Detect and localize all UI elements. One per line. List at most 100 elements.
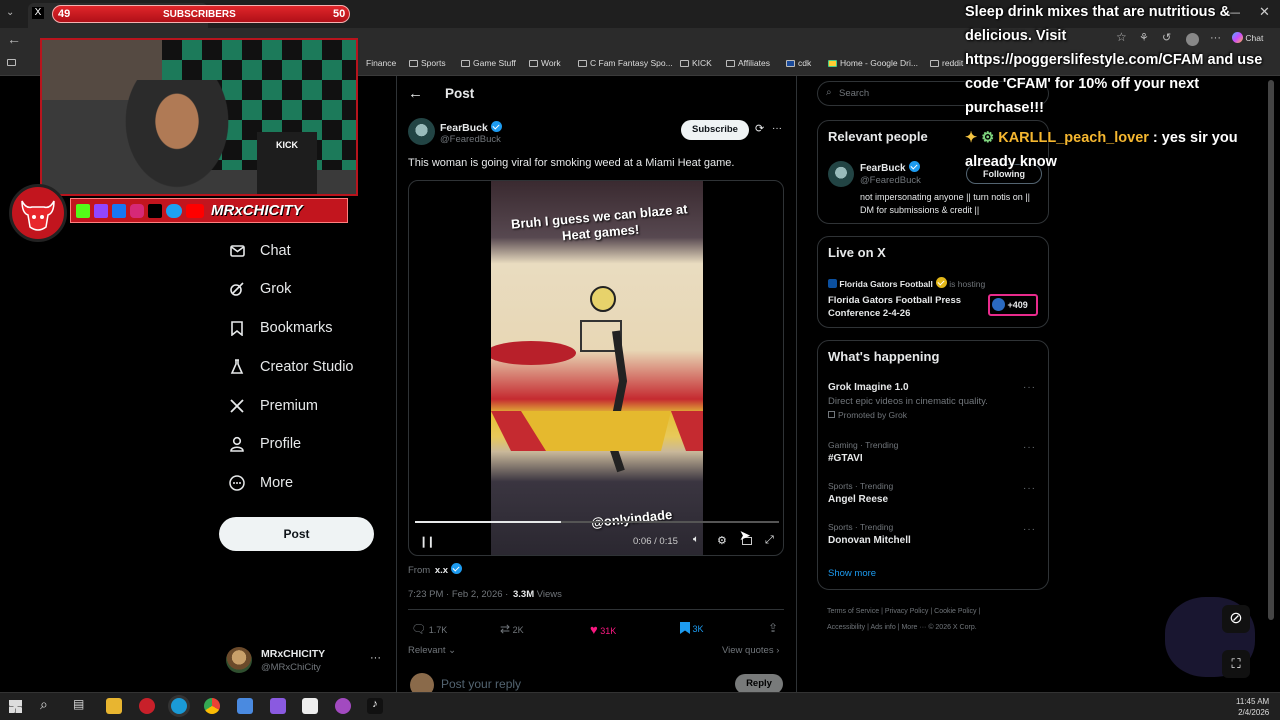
live-event-title[interactable]: Florida Gators Football Press Conference… (828, 294, 978, 320)
grok-explain-icon[interactable]: ⟳ (755, 122, 764, 135)
bookmark-apps-icon[interactable] (7, 57, 19, 67)
stream-chat-overlay: Sleep drink mixes that are nutritious & … (965, 0, 1265, 174)
pause-icon[interactable]: ❙❙ (419, 535, 436, 548)
trend-item[interactable]: Sports · Trending Donovan Mitchell (828, 522, 911, 546)
reply-button[interactable]: Reply (735, 674, 783, 694)
listener-avatar (992, 298, 1005, 311)
app-grid-icon[interactable] (270, 698, 286, 714)
person-avatar[interactable] (828, 161, 854, 187)
like-action[interactable]: ♥ 31K (590, 622, 616, 637)
bookmark-sports[interactable]: Sports (409, 58, 446, 68)
footer-link[interactable]: Terms of Service (827, 608, 879, 615)
capcut-icon[interactable] (302, 698, 318, 714)
settings-icon[interactable]: ⚙ (717, 534, 727, 547)
bookmark-c-fam[interactable]: C Fam Fantasy Spo... (578, 58, 673, 68)
tiktok-taskbar-icon[interactable]: ♪ (367, 698, 383, 714)
trend-item[interactable]: Grok Imagine 1.0 Direct epic videos in c… (828, 382, 1038, 420)
sidebar-item-grok[interactable]: Grok (228, 280, 291, 298)
sidebar-item-premium[interactable]: Premium (228, 397, 318, 415)
show-more-link[interactable]: Show more (828, 568, 876, 579)
windows-start-icon[interactable] (9, 700, 22, 713)
bookmark-action[interactable]: 3K (680, 622, 704, 634)
bookmark-reddit[interactable]: reddit (930, 58, 963, 68)
taskbar-clock[interactable]: 11:45 AM 2/4/2026 (1236, 696, 1269, 718)
sidebar-item-bookmarks[interactable]: Bookmarks (228, 319, 333, 337)
sidebar-item-creator-studio[interactable]: Creator Studio (228, 358, 354, 376)
bookmark-finance[interactable]: Finance (366, 58, 396, 68)
bookmark-work[interactable]: Work (529, 58, 561, 68)
sidebar-item-more[interactable]: More (228, 474, 293, 492)
trend-item[interactable]: Sports · Trending Angel Reese (828, 481, 893, 505)
post-more-icon[interactable]: ··· (772, 123, 782, 134)
reply-input[interactable]: Post your reply (441, 677, 521, 691)
repost-action[interactable]: ⇄ 2K (500, 622, 524, 636)
search-taskbar-icon[interactable]: ⌕ (40, 696, 48, 713)
back-arrow-icon[interactable]: ← (408, 85, 423, 102)
trend-more-icon[interactable]: ··· (1023, 442, 1036, 453)
account-switcher[interactable]: MRxCHICITY @MRxChiCity ··· (226, 646, 386, 676)
page-scrollbar[interactable] (1268, 80, 1274, 620)
bookmark-kick[interactable]: KICK (680, 58, 712, 68)
post-button[interactable]: Post (219, 517, 374, 551)
actions-divider (408, 609, 784, 610)
app-blue-icon[interactable] (237, 698, 253, 714)
sidebar-item-chat[interactable]: Chat (228, 242, 291, 260)
author-handle: @FearedBuck (440, 134, 501, 145)
relevant-people-title: Relevant people (828, 129, 928, 144)
app-red-icon[interactable] (139, 698, 155, 714)
chat-message: Sleep drink mixes that are nutritious & … (965, 4, 1263, 116)
promoted-icon (828, 411, 835, 418)
author-name-row[interactable]: FearBuck (440, 121, 502, 134)
bookmark-cdk[interactable]: cdk (786, 58, 811, 68)
bookmark-affiliates[interactable]: Affiliates (726, 58, 770, 68)
trend-item[interactable]: Gaming · Trending #GTAVI (828, 440, 898, 464)
trend-more-icon[interactable]: ··· (1023, 483, 1036, 494)
person-icon (228, 435, 246, 453)
repost-icon: ⇄ (500, 622, 511, 636)
live-host-row[interactable]: Florida Gators Football is hosting (828, 277, 985, 289)
kick-icon (76, 204, 90, 218)
tab-list-icon[interactable]: ⌄ (6, 7, 20, 19)
trend-more-icon[interactable]: ··· (1023, 524, 1036, 535)
live-title: Live on X (828, 245, 886, 260)
relevant-sort[interactable]: Relevant ⌄ (408, 645, 456, 656)
footer-link[interactable]: Accessibility (827, 624, 865, 631)
trend-more-icon[interactable]: ··· (1023, 382, 1036, 393)
verified-badge-icon (490, 121, 502, 132)
discord-icon[interactable] (335, 698, 351, 714)
video-progress-track[interactable] (415, 521, 779, 523)
footer-link[interactable]: Ads info (870, 624, 895, 631)
footer-link[interactable]: More ··· (901, 624, 926, 631)
bookmark-google-drive[interactable]: Home - Google Dri... (828, 58, 918, 68)
expand-floating-icon[interactable]: ⛶ (1222, 650, 1250, 678)
search-input[interactable]: Search (839, 88, 869, 99)
bookmark-game-stuff[interactable]: Game Stuff (461, 58, 516, 68)
footer-link[interactable]: Privacy Policy (885, 608, 929, 615)
share-icon[interactable]: ⇪ (768, 621, 778, 635)
from-user-link[interactable]: x.x (435, 565, 448, 576)
live-listeners-badge[interactable]: +409 (988, 294, 1038, 316)
back-icon[interactable]: ← (7, 31, 21, 47)
windows-taskbar (0, 692, 1280, 720)
video-player[interactable]: Bruh I guess we can blaze at Heat games!… (408, 180, 784, 556)
reply-action[interactable]: 🗨︎ 1.7K (411, 622, 447, 636)
chrome-icon[interactable] (204, 698, 220, 714)
video-time: 0:06 / 0:15 (633, 536, 678, 547)
grok-floating-icon[interactable]: ⊘ (1222, 605, 1250, 633)
volume-icon[interactable]: 🔈︎ (693, 534, 699, 545)
edge-icon[interactable] (171, 698, 187, 714)
fullscreen-icon[interactable]: ⤢ (765, 534, 774, 547)
chat-badge-icon: ✦ (965, 130, 978, 146)
sidebar-item-profile[interactable]: Profile (228, 435, 301, 453)
footer-link[interactable]: Cookie Policy (934, 608, 976, 615)
chat-message: ✦ ⚙ KARLLL_peach_lover : yes sir you alr… (965, 130, 1238, 170)
webcam-person (117, 80, 237, 194)
account-more-icon[interactable]: ··· (370, 652, 381, 664)
twitter-bird-icon (166, 204, 182, 218)
view-quotes-link[interactable]: View quotes › (722, 645, 779, 656)
file-explorer-icon[interactable] (106, 698, 122, 714)
task-view-icon[interactable]: ▤ (73, 697, 84, 711)
author-avatar[interactable] (408, 118, 435, 145)
person-name-row[interactable]: FearBuck (860, 161, 920, 174)
subscribe-button[interactable]: Subscribe (681, 120, 749, 140)
